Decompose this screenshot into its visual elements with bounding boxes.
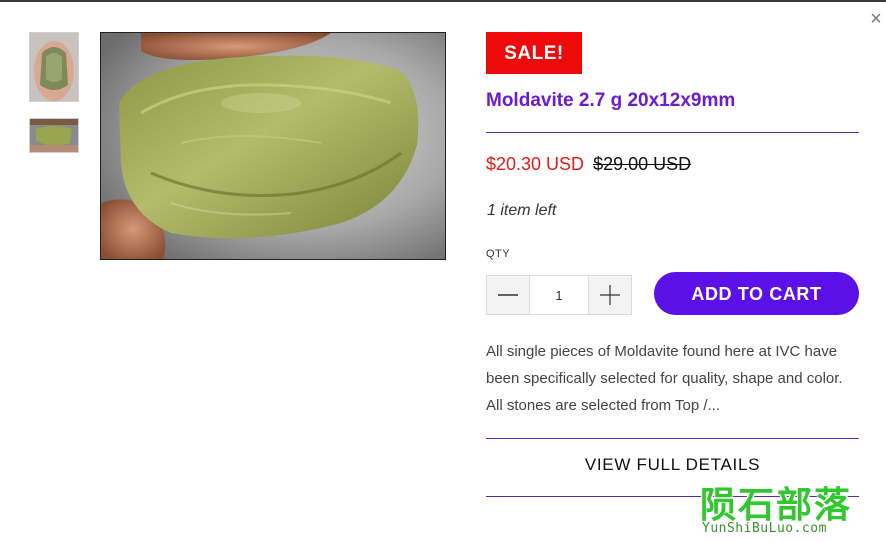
plus-icon xyxy=(600,285,620,305)
divider-middle xyxy=(486,438,859,439)
close-icon[interactable]: × xyxy=(866,8,886,30)
sale-price: $20.30 USD xyxy=(486,154,585,174)
watermark-url: YunShiBuLuo.com xyxy=(702,521,827,536)
watermark: 陨石部落 YunShiBuLuo.com xyxy=(700,476,880,538)
sale-badge: SALE! xyxy=(486,32,582,74)
thumbnail-1[interactable] xyxy=(29,32,79,102)
add-to-cart-button[interactable]: ADD TO CART xyxy=(654,272,859,315)
price-row: $20.30 USD $29.00 USD xyxy=(486,154,691,175)
decrement-button[interactable] xyxy=(487,276,529,314)
top-border xyxy=(0,0,886,2)
thumbnail-2[interactable] xyxy=(29,118,79,153)
qty-label: QTY xyxy=(486,248,511,260)
original-price: $29.00 USD xyxy=(593,154,692,174)
increment-button[interactable] xyxy=(589,276,631,314)
product-title[interactable]: Moldavite 2.7 g 20x12x9mm xyxy=(486,90,735,112)
view-full-details-link[interactable]: VIEW FULL DETAILS xyxy=(486,455,859,475)
product-image xyxy=(100,32,446,260)
stock-status: 1 item left xyxy=(487,202,557,219)
product-description: All single pieces of Moldavite found her… xyxy=(486,343,843,414)
quantity-input[interactable] xyxy=(529,276,589,314)
divider-top xyxy=(486,132,859,133)
quantity-stepper xyxy=(486,275,632,315)
minus-icon xyxy=(498,294,518,296)
